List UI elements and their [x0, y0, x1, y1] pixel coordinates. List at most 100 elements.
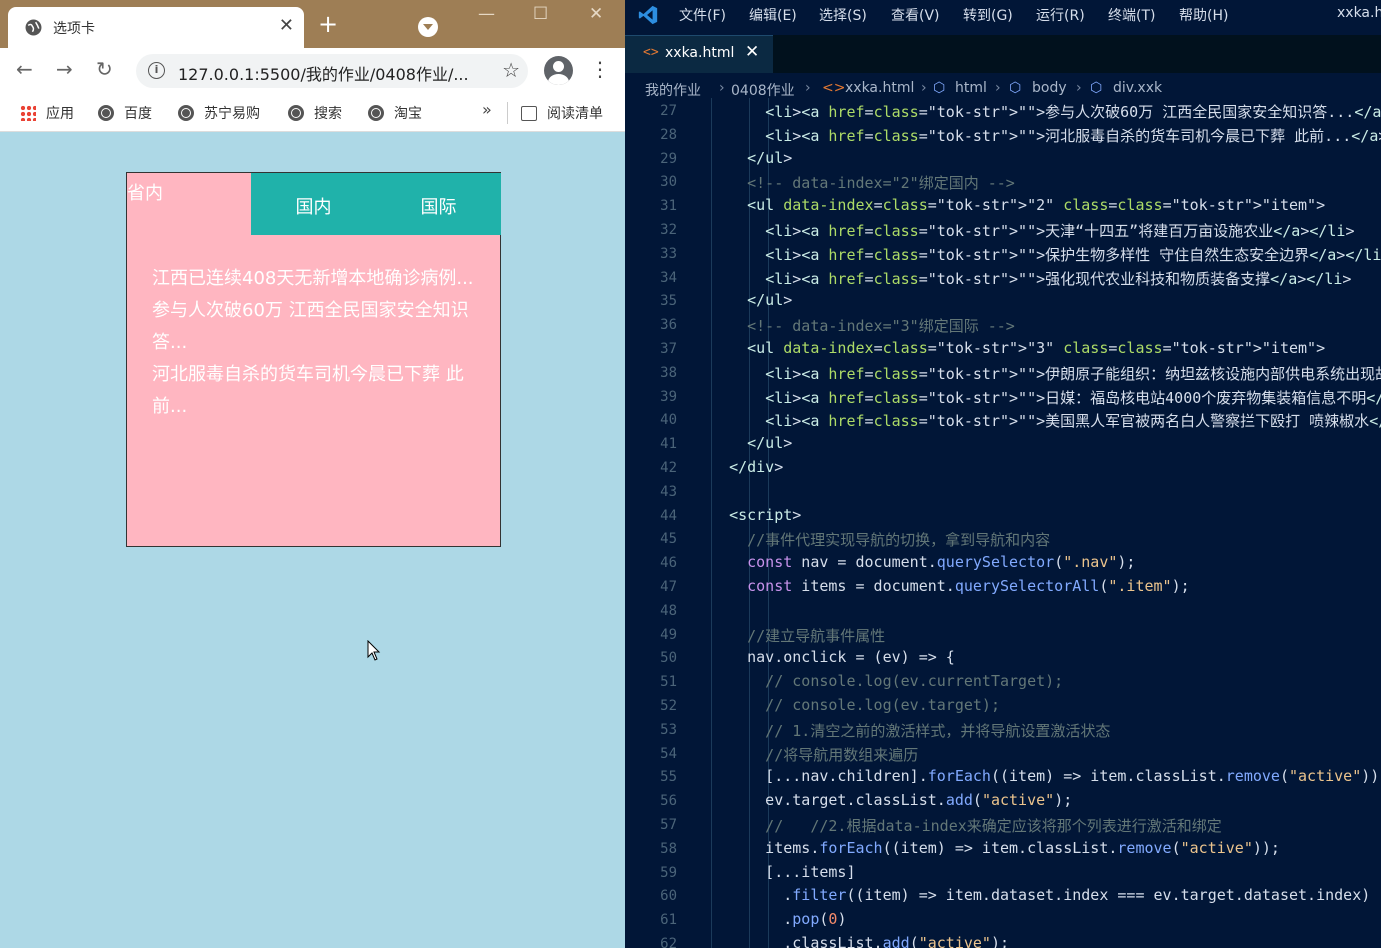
line-number: 55: [660, 769, 677, 786]
tab-close-icon[interactable]: ✕: [279, 15, 294, 36]
code-line[interactable]: <li><a href=class="tok-str">"">美国黑人军官被两名…: [711, 410, 1381, 431]
code-line[interactable]: ev.target.classList.add("active");: [711, 791, 1072, 809]
bookmark-search[interactable]: 搜索: [288, 103, 342, 123]
bookmark-taobao[interactable]: 淘宝: [368, 103, 422, 123]
menu-kebab-icon[interactable]: ⋮: [590, 57, 610, 81]
close-window-icon[interactable]: ✕: [589, 4, 603, 24]
news-item[interactable]: 江西已连续408天无新增本地确诊病例...: [152, 263, 482, 295]
code-line[interactable]: <li><a href=class="tok-str">"">日媒：福岛核电站4…: [711, 387, 1381, 408]
back-icon[interactable]: ←: [16, 57, 33, 81]
code-line[interactable]: <!-- data-index="2"绑定国内 -->: [711, 172, 1015, 193]
menu-selection[interactable]: 选择(S): [819, 5, 867, 25]
menu-help[interactable]: 帮助(H): [1179, 5, 1228, 25]
bookmark-suning[interactable]: 苏宁易购: [178, 103, 260, 123]
code-line[interactable]: <!-- data-index="3"绑定国际 -->: [711, 315, 1015, 336]
html-file-icon: <>: [822, 80, 846, 96]
menu-run[interactable]: 运行(R): [1036, 5, 1085, 25]
line-number: 62: [660, 936, 677, 948]
site-info-icon[interactable]: i: [148, 62, 165, 79]
nav-tab-label: 国内: [295, 197, 332, 218]
code-line[interactable]: // 1.清空之前的激活样式，并将导航设置激活状态: [711, 720, 1110, 741]
bookmark-apps[interactable]: 应用: [20, 103, 74, 123]
menu-edit[interactable]: 编辑(E): [749, 5, 797, 25]
browser-tab[interactable]: 选项卡 ✕: [8, 7, 304, 48]
code-line[interactable]: <li><a href=class="tok-str">"">伊朗原子能组织：纳…: [711, 363, 1381, 384]
breadcrumb-item[interactable]: 我的作业: [645, 80, 701, 100]
code-line[interactable]: <li><a href=class="tok-str">"">强化现代农业科技和…: [711, 268, 1351, 289]
code-line[interactable]: </div>: [711, 458, 783, 476]
minimize-icon[interactable]: —: [478, 4, 495, 24]
menu-view[interactable]: 查看(V): [891, 5, 940, 25]
new-tab-button[interactable]: +: [318, 12, 338, 36]
code-line[interactable]: .filter((item) => item.dataset.index ===…: [711, 886, 1370, 904]
line-number: 49: [660, 626, 677, 643]
line-number: 30: [660, 174, 677, 191]
globe-icon: [98, 105, 114, 121]
news-item[interactable]: 河北服毒自杀的货车司机今晨已下葬 此前...: [152, 359, 482, 423]
nav-tab-province[interactable]: 省内: [127, 173, 252, 235]
code-line[interactable]: <li><a href=class="tok-str">"">天津“十四五”将建…: [711, 220, 1354, 241]
code-line[interactable]: [...nav.children].forEach((item) => item…: [711, 767, 1381, 785]
code-line[interactable]: <li><a href=class="tok-str">"">保护生物多样性 守…: [711, 244, 1381, 265]
globe-icon: [288, 105, 304, 121]
breadcrumb-item[interactable]: xxka.html: [845, 80, 914, 96]
code-line[interactable]: items.forEach((item) => item.classList.r…: [711, 839, 1280, 857]
nav-tab-domestic[interactable]: 国内: [251, 173, 376, 235]
maximize-icon[interactable]: ☐: [533, 4, 548, 24]
editor-tab-close-icon[interactable]: ✕: [745, 42, 759, 62]
code-line[interactable]: <ul data-index=class="tok-str">"2" class…: [711, 196, 1325, 214]
code-line[interactable]: const nav = document.querySelector(".nav…: [711, 553, 1135, 571]
reading-list-button[interactable]: 阅读清单: [521, 103, 603, 123]
breadcrumb-item[interactable]: 0408作业: [731, 80, 795, 100]
code-line[interactable]: [...items]: [711, 863, 855, 881]
bookmark-divider: [507, 102, 508, 124]
address-bar[interactable]: i 127.0.0.1:5500/我的作业/0408作业/... ☆: [136, 54, 528, 88]
bookmark-baidu[interactable]: 百度: [98, 103, 152, 123]
breadcrumb-item[interactable]: div.xxk: [1113, 80, 1162, 96]
code-line[interactable]: </ul>: [711, 149, 792, 167]
code-line[interactable]: // console.log(ev.target);: [711, 696, 1000, 714]
code-line[interactable]: // console.log(ev.currentTarget);: [711, 672, 1063, 690]
bookmark-label: 应用: [46, 106, 74, 122]
line-number: 46: [660, 555, 677, 572]
code-editor[interactable]: 27 <li><a href=class="tok-str">"">参与人次破6…: [625, 98, 1381, 948]
code-line[interactable]: <li><a href=class="tok-str">"">河北服毒自杀的货车…: [711, 125, 1381, 146]
menu-go[interactable]: 转到(G): [963, 5, 1013, 25]
code-line[interactable]: .classList.add("active");: [711, 934, 1009, 948]
menu-file[interactable]: 文件(F): [679, 5, 726, 25]
breadcrumb-item[interactable]: body: [1032, 80, 1067, 96]
apps-grid-icon: [20, 105, 36, 121]
more-bookmarks-button[interactable]: »: [482, 100, 492, 119]
forward-icon[interactable]: →: [56, 57, 73, 81]
breadcrumb: 我的作业 › 0408作业 › <> xxka.html › ⬡ html › …: [625, 76, 1381, 100]
globe-icon: [25, 19, 42, 36]
globe-icon: [368, 105, 384, 121]
reload-icon[interactable]: ↻: [96, 57, 113, 81]
code-line[interactable]: //将导航用数组来遍历: [711, 744, 918, 765]
bookmark-star-icon[interactable]: ☆: [502, 58, 520, 82]
tab-search-icon[interactable]: [418, 17, 438, 37]
breadcrumb-item[interactable]: html: [955, 80, 987, 96]
news-item[interactable]: 参与人次破60万 江西全民国家安全知识答...: [152, 295, 482, 359]
code-line[interactable]: <script>: [711, 506, 801, 524]
code-line[interactable]: .pop(0): [711, 910, 846, 928]
nav-tab-international[interactable]: 国际: [376, 173, 501, 235]
line-number: 52: [660, 698, 677, 714]
code-line[interactable]: <li><a href=class="tok-str">"">参与人次破60万 …: [711, 101, 1381, 122]
bookmarks-bar: 应用 百度 苏宁易购 搜索 淘宝 » 阅读清单: [0, 94, 625, 132]
code-line[interactable]: nav.onclick = (ev) => {: [711, 648, 955, 666]
code-line[interactable]: //事件代理实现导航的切换，拿到导航和内容: [711, 529, 1050, 550]
code-line[interactable]: <ul data-index=class="tok-str">"3" class…: [711, 339, 1325, 357]
code-line[interactable]: </ul>: [711, 291, 792, 309]
code-line[interactable]: const items = document.querySelectorAll(…: [711, 577, 1190, 595]
menu-terminal[interactable]: 终端(T): [1108, 5, 1155, 25]
code-line[interactable]: </ul>: [711, 434, 792, 452]
element-icon: ⬡: [1009, 80, 1022, 96]
code-line[interactable]: //建立导航事件属性: [711, 625, 885, 646]
code-line[interactable]: // //2.根据data-index来确定应该将那个列表进行激活和绑定: [711, 815, 1222, 836]
vscode-logo-icon: [638, 5, 658, 25]
profile-avatar-icon[interactable]: [544, 56, 573, 85]
editor-tab[interactable]: <> xxka.html ✕: [625, 35, 773, 73]
line-number: 43: [660, 483, 677, 500]
url-text[interactable]: 127.0.0.1:5500/我的作业/0408作业/...: [178, 61, 469, 85]
